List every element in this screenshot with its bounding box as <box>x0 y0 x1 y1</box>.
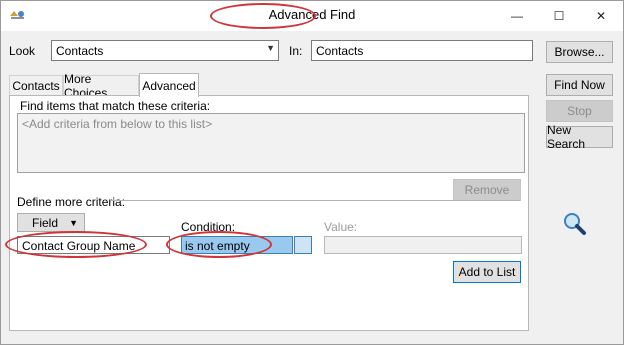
define-criteria-divider <box>110 200 520 201</box>
close-button[interactable]: ✕ <box>578 1 624 31</box>
magnifier-icon <box>562 211 588 237</box>
condition-dropdown[interactable]: is not empty <box>181 236 293 254</box>
remove-button[interactable]: Remove <box>453 179 521 201</box>
criteria-list[interactable]: <Add criteria from below to this list> <box>17 113 525 173</box>
condition-label: Condition: <box>181 220 236 234</box>
tab-contacts[interactable]: Contacts <box>9 75 63 96</box>
match-criteria-label: Find items that match these criteria: <box>20 99 211 113</box>
tab-more-choices[interactable]: More Choices <box>63 72 139 100</box>
field-value[interactable]: Contact Group Name <box>17 236 170 254</box>
define-criteria-label: Define more criteria: <box>17 195 126 209</box>
value-field[interactable] <box>324 236 522 254</box>
look-value: Contacts <box>56 44 104 58</box>
criteria-placeholder: <Add criteria from below to this list> <box>22 117 213 131</box>
look-label: Look <box>9 44 36 58</box>
maximize-button[interactable]: ☐ <box>536 1 582 31</box>
look-dropdown[interactable]: Contacts ▼ <box>51 40 279 61</box>
field-button[interactable]: Field ▼ <box>17 213 85 232</box>
in-label: In: <box>289 44 303 58</box>
find-now-button[interactable]: Find Now <box>546 74 613 96</box>
close-icon: ✕ <box>595 9 607 23</box>
maximize-icon: ☐ <box>553 9 565 23</box>
in-field[interactable]: Contacts <box>311 40 533 61</box>
tab-advanced[interactable]: Advanced <box>139 73 199 97</box>
new-search-button[interactable]: New Search <box>546 123 613 151</box>
chevron-down-icon: ▼ <box>266 43 275 53</box>
add-to-list-button[interactable]: Add to List <box>453 261 521 283</box>
stop-button[interactable]: Stop <box>546 100 613 122</box>
field-button-label: Field <box>32 215 59 230</box>
value-label: Value: <box>324 220 358 234</box>
condition-dropdown-arrow[interactable] <box>294 236 312 254</box>
browse-button[interactable]: Browse... <box>546 41 613 63</box>
minimize-button[interactable]: — <box>494 1 540 31</box>
chevron-down-icon: ▼ <box>69 218 78 228</box>
minimize-icon: — <box>511 9 523 23</box>
